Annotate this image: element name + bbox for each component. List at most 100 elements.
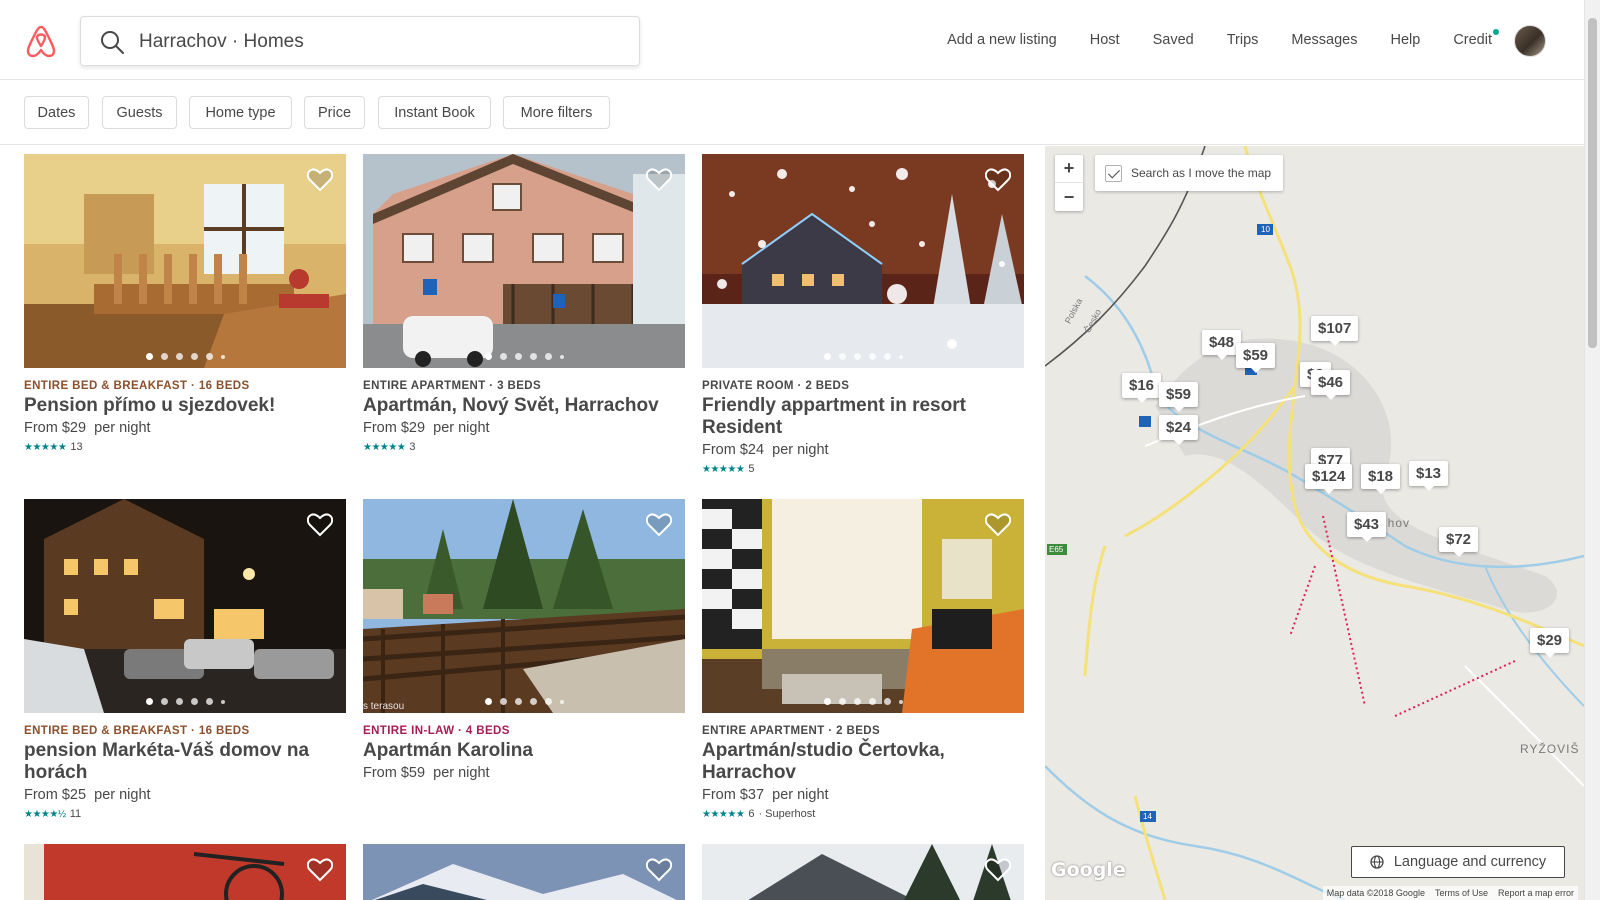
- price-pin[interactable]: $13: [1409, 461, 1449, 491]
- heart-icon[interactable]: [307, 513, 333, 537]
- price-pin[interactable]: $16: [1122, 373, 1162, 403]
- price-pin[interactable]: $59: [1236, 343, 1276, 373]
- price-pin[interactable]: $29: [1530, 628, 1570, 658]
- listing-photo-image: [24, 499, 346, 713]
- filter-price-button[interactable]: Price: [304, 96, 365, 129]
- notification-dot: [1493, 29, 1499, 35]
- listing-title[interactable]: Apartmán/studio Čertovka, Harrachov: [702, 740, 1024, 784]
- filter-guests-button[interactable]: Guests: [102, 96, 177, 129]
- nav-help[interactable]: Help: [1390, 32, 1420, 48]
- listing-card[interactable]: Private room · 2 beds Friendly appartmen…: [702, 154, 1024, 475]
- heart-icon[interactable]: [646, 513, 672, 537]
- listing-photo-image: [363, 844, 685, 900]
- listing-card[interactable]: [702, 844, 1024, 900]
- zoom-out-button[interactable]: −: [1055, 183, 1083, 211]
- listing-card[interactable]: [24, 844, 346, 900]
- star-rating-icon: ★★★★★: [363, 441, 406, 453]
- listing-title[interactable]: Apartmán Karolina: [363, 740, 685, 762]
- filter-instant-book-button[interactable]: Instant Book: [378, 96, 491, 129]
- listing-card[interactable]: Entire apartment · 2 beds Apartmán/studi…: [702, 499, 1024, 820]
- user-avatar[interactable]: [1514, 25, 1546, 57]
- listing-title[interactable]: Pension přímo u sjezdovek!: [24, 395, 346, 417]
- top-nav: Add a new listing Host Saved Trips Messa…: [914, 29, 1499, 48]
- listing-rating: ★★★★★ 6 · Superhost: [702, 808, 1024, 820]
- photo-carousel-dots[interactable]: [24, 698, 346, 705]
- google-logo[interactable]: Google: [1051, 859, 1126, 881]
- listing-card[interactable]: Entire bed & breakfast · 16 beds Pension…: [24, 154, 346, 453]
- search-as-move-toggle[interactable]: Search as I move the map: [1095, 155, 1284, 191]
- zoom-in-button[interactable]: +: [1055, 155, 1083, 183]
- listing-photo[interactable]: [24, 844, 346, 900]
- price-pin[interactable]: $24: [1159, 415, 1199, 445]
- search-input[interactable]: Harrachov · Homes: [80, 16, 640, 66]
- listing-price-amount: From $29: [363, 420, 426, 436]
- price-pin[interactable]: $46: [1311, 370, 1351, 400]
- place-label: RYŽOVIŠ: [1520, 742, 1580, 756]
- price-pin[interactable]: $43: [1347, 512, 1387, 542]
- nav-messages[interactable]: Messages: [1291, 32, 1357, 48]
- listing-photo[interactable]: [702, 499, 1024, 713]
- price-pin[interactable]: $72: [1439, 527, 1479, 557]
- heart-icon[interactable]: [307, 858, 333, 882]
- heart-icon[interactable]: [985, 858, 1011, 882]
- heart-icon[interactable]: [985, 513, 1011, 537]
- listing-price: From $29 per night: [24, 420, 346, 436]
- report-map-error-link[interactable]: Report a map error: [1498, 888, 1574, 898]
- nav-add-listing[interactable]: Add a new listing: [947, 32, 1057, 48]
- review-count: 11: [69, 808, 82, 820]
- listing-price-unit: per night: [772, 442, 829, 458]
- review-count: 6: [748, 808, 755, 820]
- listing-card[interactable]: Entire bed & breakfast · 16 beds pension…: [24, 499, 346, 820]
- photo-carousel-dots[interactable]: [24, 353, 346, 360]
- nav-credit[interactable]: Credit: [1453, 29, 1499, 48]
- airbnb-logo-icon[interactable]: [24, 24, 58, 58]
- globe-icon: [1370, 855, 1384, 869]
- scrollbar-thumb[interactable]: [1588, 18, 1597, 348]
- photo-carousel-dots[interactable]: [702, 353, 1024, 360]
- checkbox-checked-icon[interactable]: [1105, 164, 1122, 182]
- price-pin[interactable]: $124: [1305, 464, 1353, 494]
- listing-photo[interactable]: [702, 154, 1024, 368]
- listing-rating: ★★★★★ 5: [702, 463, 1024, 475]
- nav-saved[interactable]: Saved: [1153, 32, 1194, 48]
- listing-card[interactable]: Entire apartment · 3 beds Apartmán, Nový…: [363, 154, 685, 453]
- map-canvas[interactable]: [1045, 146, 1584, 900]
- listing-card[interactable]: s terasou Entire in-law · 4 beds Apartmá…: [363, 499, 685, 781]
- price-pin[interactable]: $107: [1311, 316, 1359, 346]
- listing-photo[interactable]: s terasou: [363, 499, 685, 713]
- heart-icon[interactable]: [646, 168, 672, 192]
- listing-photo-image: [24, 844, 346, 900]
- price-pin[interactable]: $18: [1361, 464, 1401, 494]
- terms-of-use-link[interactable]: Terms of Use: [1435, 888, 1488, 898]
- heart-icon[interactable]: [985, 168, 1011, 192]
- listing-photo[interactable]: [24, 154, 346, 368]
- filter-more-button[interactable]: More filters: [503, 96, 610, 129]
- price-pin[interactable]: $59: [1159, 382, 1199, 412]
- language-currency-button[interactable]: Language and currency: [1351, 846, 1565, 878]
- listing-price-amount: From $37: [702, 787, 765, 803]
- heart-icon[interactable]: [307, 168, 333, 192]
- listing-photo[interactable]: [363, 844, 685, 900]
- page-scrollbar[interactable]: [1584, 0, 1600, 900]
- listing-photo[interactable]: [363, 154, 685, 368]
- listing-photo[interactable]: [24, 499, 346, 713]
- listing-title[interactable]: Friendly appartment in resort Resident: [702, 395, 1024, 439]
- search-query-text: Harrachov · Homes: [139, 31, 304, 52]
- photo-carousel-dots[interactable]: [363, 698, 685, 705]
- listing-card[interactable]: [363, 844, 685, 900]
- listing-photo[interactable]: [702, 844, 1024, 900]
- photo-carousel-dots[interactable]: [702, 698, 1024, 705]
- filter-home-type-button[interactable]: Home type: [189, 96, 292, 129]
- filter-dates-button[interactable]: Dates: [24, 96, 89, 129]
- photo-carousel-dots[interactable]: [363, 353, 685, 360]
- listing-type: Entire bed & breakfast · 16 beds: [24, 380, 250, 392]
- map-panel[interactable]: 10 14 E65 Polska Česko achov RYŽOVIŠ + −…: [1045, 146, 1584, 900]
- listing-title[interactable]: Apartmán, Nový Svět, Harrachov: [363, 395, 685, 417]
- listing-title[interactable]: pension Markéta-Váš domov na horách: [24, 740, 346, 784]
- listing-price-amount: From $25: [24, 787, 87, 803]
- nav-trips[interactable]: Trips: [1227, 32, 1259, 48]
- nav-host[interactable]: Host: [1090, 32, 1120, 48]
- heart-icon[interactable]: [646, 858, 672, 882]
- listing-type: Entire bed & breakfast · 16 beds: [24, 725, 250, 737]
- listing-price: From $29 per night: [363, 420, 685, 436]
